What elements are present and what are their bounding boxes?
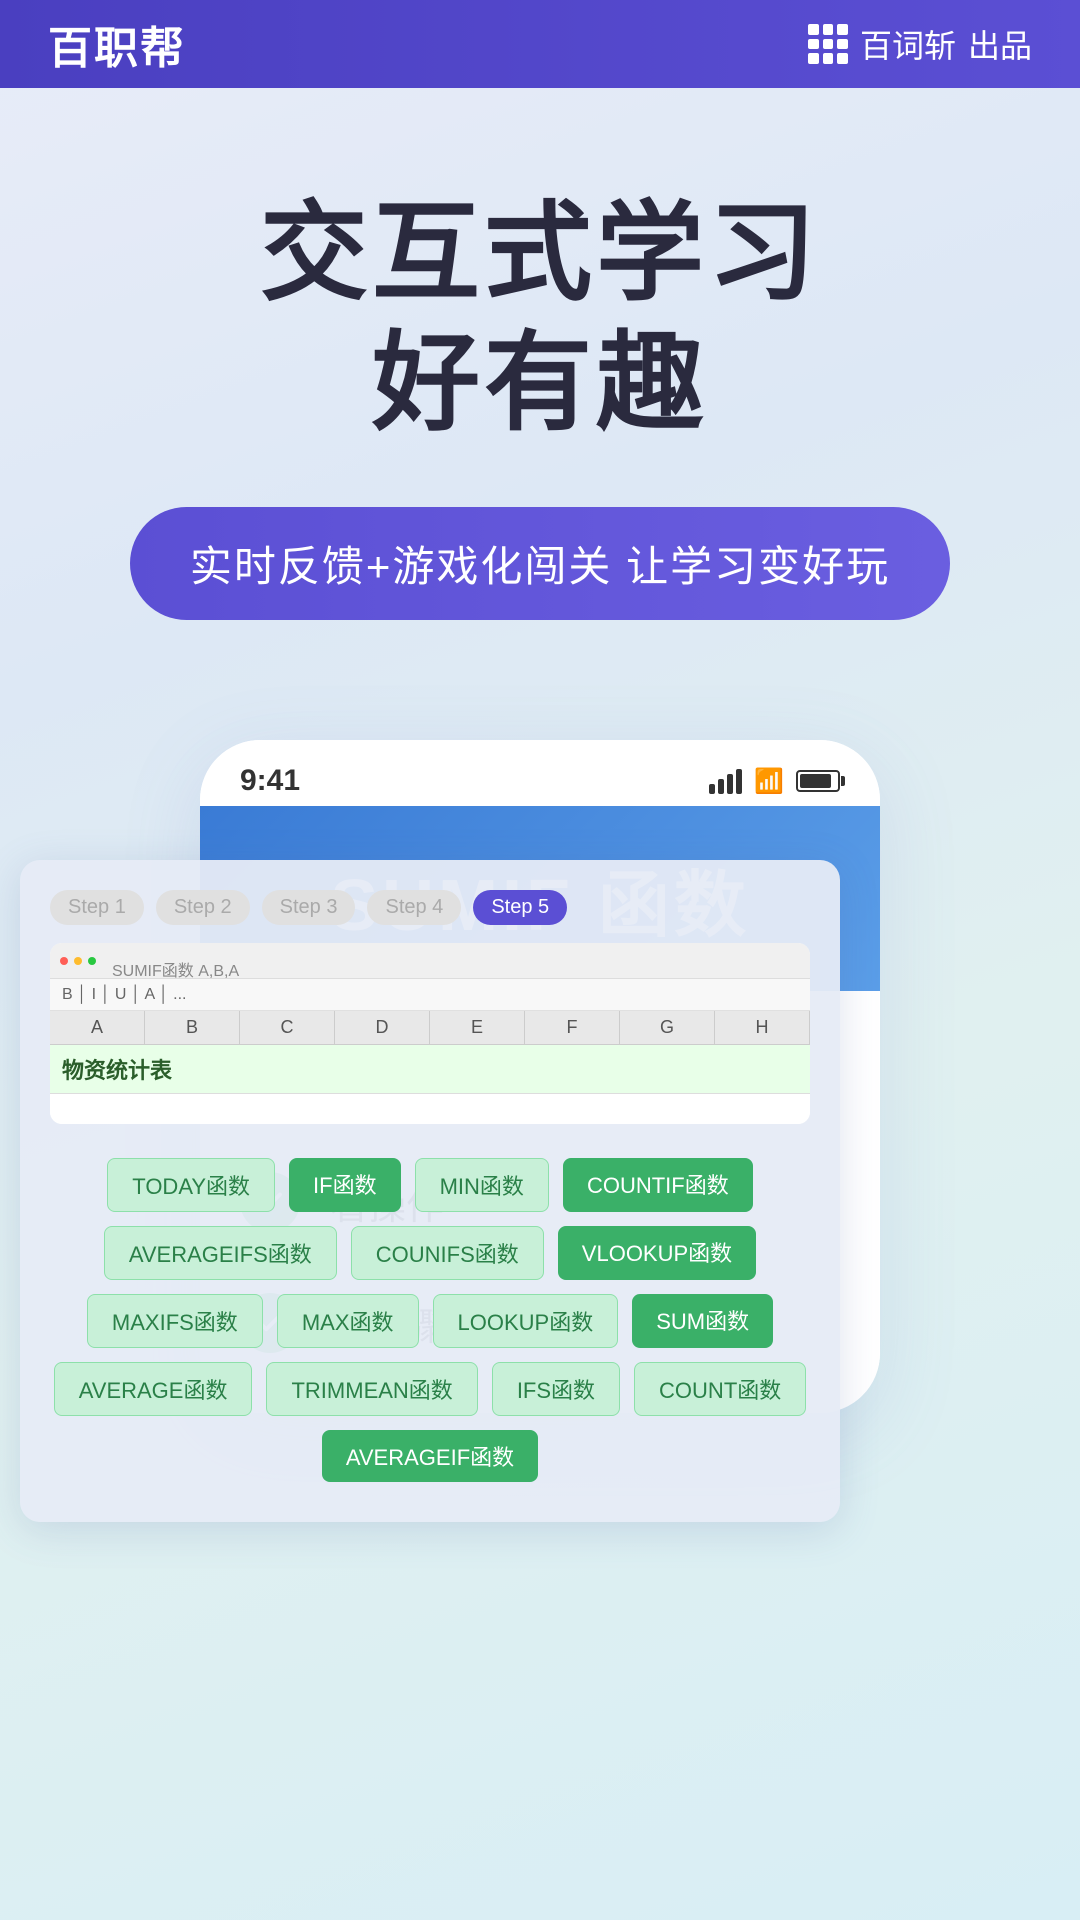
func-tag-0[interactable]: TODAY函数 <box>107 1158 275 1212</box>
step-indicator-3: Step 3 <box>262 890 356 925</box>
func-tag-13[interactable]: IFS函数 <box>492 1362 620 1416</box>
hero-title-line1: 交互式学习 <box>80 188 1000 318</box>
brand-area: 百词斩 出品 <box>808 21 1032 67</box>
brand-grid-icon <box>808 24 848 64</box>
phone-icons: 📶 <box>709 767 840 796</box>
step-indicator-1: Step 1 <box>50 890 144 925</box>
hero-badge: 实时反馈+游戏化闯关 让学习变好玩 <box>130 507 950 620</box>
hero-title-line2: 好有趣 <box>80 318 1000 448</box>
func-tag-8[interactable]: MAX函数 <box>277 1294 419 1348</box>
col-header-e: E <box>430 1011 525 1044</box>
func-tags-cloud: TODAY函数 IF函数 MIN函数 COUNTIF函数 AVERAGEIFS函数 COU… <box>50 1148 810 1492</box>
func-tag-3[interactable]: COUNTIF函数 <box>563 1158 753 1212</box>
excel-sheet-label: 物资统计表 <box>62 1053 172 1085</box>
signal-icon <box>709 769 742 794</box>
hero-section: 交互式学习 好有趣 实时反馈+游戏化闯关 让学习变好玩 <box>0 88 1080 680</box>
func-tag-11[interactable]: AVERAGE函数 <box>54 1362 253 1416</box>
excel-toolbar: SUMIF函数 A,B,A <box>50 943 810 979</box>
overlay-card: Step 1 Step 2 Step 3 Step 4 Step 5 SUMIF函数 A… <box>20 860 840 1522</box>
mini-excel: SUMIF函数 A,B,A B │ I │ U │ A │ ... A B C … <box>50 943 810 1124</box>
func-tag-14[interactable]: COUNT函数 <box>634 1362 806 1416</box>
col-header-b: B <box>145 1011 240 1044</box>
app-logo: 百职帮 <box>48 12 186 76</box>
func-tag-10[interactable]: SUM函数 <box>632 1294 773 1348</box>
col-header-a: A <box>50 1011 145 1044</box>
brand-name: 百词斩 <box>860 21 956 67</box>
col-header-d: D <box>335 1011 430 1044</box>
func-tag-15[interactable]: AVERAGEIF函数 <box>322 1430 538 1482</box>
step-indicator-2: Step 2 <box>156 890 250 925</box>
step-indicator-5: Step 5 <box>473 890 567 925</box>
func-tag-1[interactable]: IF函数 <box>289 1158 401 1212</box>
status-bar: 9:41 📶 <box>200 740 880 806</box>
func-tag-12[interactable]: TRIMMEAN函数 <box>266 1362 477 1416</box>
col-header-h: H <box>715 1011 810 1044</box>
app-header: 百职帮 百词斩 出品 <box>0 0 1080 88</box>
phone-time: 9:41 <box>240 764 300 798</box>
col-header-c: C <box>240 1011 335 1044</box>
func-tag-6[interactable]: VLOOKUP函数 <box>558 1226 756 1280</box>
col-header-g: G <box>620 1011 715 1044</box>
excel-sheet-label-row: 物资统计表 <box>50 1045 810 1094</box>
step-indicators: Step 1 Step 2 Step 3 Step 4 Step 5 <box>50 890 810 925</box>
wifi-icon: 📶 <box>754 767 784 796</box>
battery-icon <box>796 770 840 792</box>
func-tag-7[interactable]: MAXIFS函数 <box>87 1294 263 1348</box>
mockup-area: 9:41 📶 SUMIF 函数 <box>60 740 1020 1413</box>
func-tag-2[interactable]: MIN函数 <box>415 1158 549 1212</box>
step-indicator-4: Step 4 <box>367 890 461 925</box>
col-header-f: F <box>525 1011 620 1044</box>
brand-suffix: 出品 <box>968 21 1032 67</box>
func-tag-5[interactable]: COUNIFS函数 <box>351 1226 544 1280</box>
excel-grid-header: A B C D E F G H <box>50 1011 810 1045</box>
func-tag-9[interactable]: LOOKUP函数 <box>433 1294 619 1348</box>
hero-title: 交互式学习 好有趣 <box>80 188 1000 447</box>
func-tag-4[interactable]: AVERAGEIFS函数 <box>104 1226 337 1280</box>
excel-toolbar-content: B │ I │ U │ A │ ... <box>50 979 810 1011</box>
